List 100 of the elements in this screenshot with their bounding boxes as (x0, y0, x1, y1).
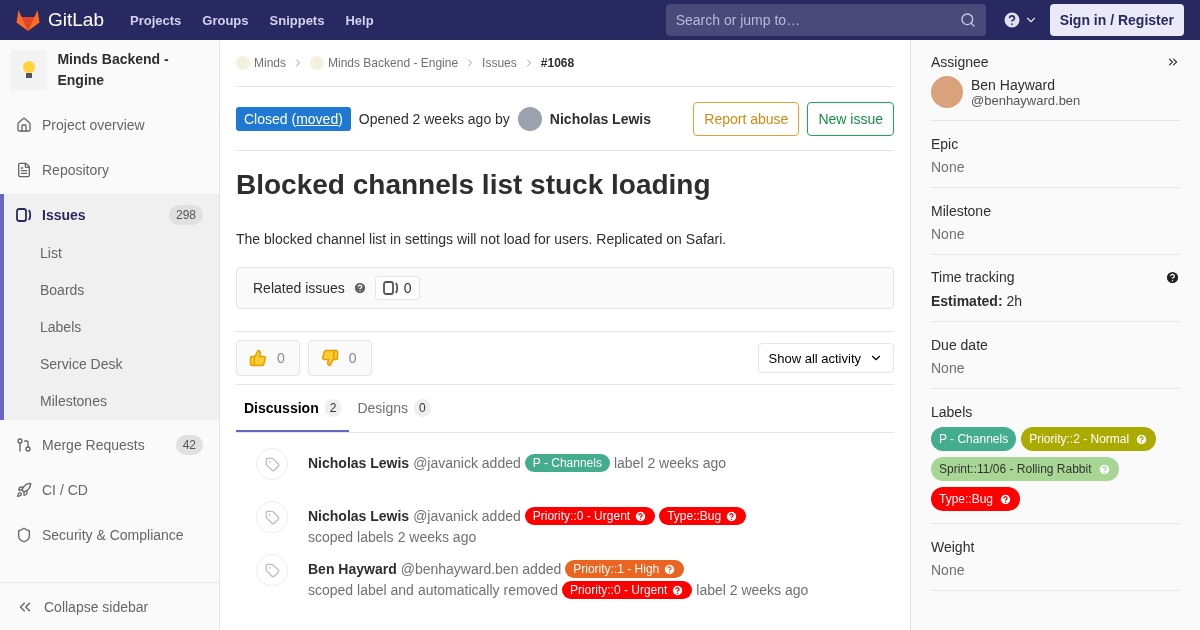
note-author[interactable]: Nicholas Lewis (308, 455, 410, 471)
nav-link[interactable]: Groups (202, 12, 249, 28)
issues-icon (382, 280, 399, 296)
search-field[interactable]: Search or jump to… (665, 4, 986, 36)
section-value: None (931, 159, 966, 175)
note-text: @javanick added (413, 455, 521, 471)
sidebar-item[interactable]: CI / CD (4, 469, 219, 510)
breadcrumb-link[interactable]: #1068 (540, 56, 575, 70)
document-icon (16, 161, 32, 178)
help-icon (999, 492, 1013, 506)
nav-link[interactable]: Projects (130, 12, 182, 28)
issue-description: The blocked channel list in settings will not load for users. Replicated on Safari. (236, 231, 728, 247)
sidebar-item[interactable]: Merge Requests 42 (4, 424, 219, 465)
section-heading: Milestone (931, 203, 991, 219)
issues-icon (16, 206, 32, 223)
tag-icon (256, 501, 288, 533)
label-tag[interactable]: Priority::0 - Urgent (561, 581, 693, 599)
merge-request-icon (16, 436, 32, 453)
related-count[interactable]: 0 (374, 276, 420, 300)
expand-icon[interactable] (1166, 55, 1180, 69)
help-icon (725, 509, 739, 523)
rocket-icon (16, 481, 32, 498)
sidebar-item[interactable]: Project overview (4, 104, 219, 145)
tab-count: 0 (414, 398, 431, 417)
moved-link[interactable]: moved (296, 110, 339, 127)
assignee-name[interactable]: Ben Hayward (971, 76, 1081, 93)
assignee-heading: Assignee (931, 54, 989, 70)
note-text: 2 weeks ago (397, 529, 477, 545)
help-dropdown[interactable] (1001, 10, 1038, 30)
note-author[interactable]: Nicholas Lewis (308, 508, 410, 524)
note-text: automatically removed (417, 582, 558, 598)
help-icon (671, 583, 685, 597)
label-tag[interactable]: Type::Bug (931, 487, 1021, 511)
help-icon (1097, 462, 1111, 476)
note-text: @benhayward.ben added (400, 561, 562, 577)
nav-link[interactable]: Snippets (269, 12, 325, 28)
tag-icon (256, 554, 288, 586)
section-value: None (931, 226, 966, 242)
status-badge: Closed (moved) (236, 106, 351, 131)
sidebar-subitem[interactable]: List (4, 235, 219, 272)
section-value: None (931, 562, 966, 578)
section-heading: Due date (931, 337, 988, 353)
brand-name[interactable]: GitLab (48, 9, 104, 31)
sign-in-button[interactable]: Sign in / Register (1049, 4, 1184, 36)
related-issues-heading: Related issues (253, 280, 345, 296)
nav-link[interactable]: Help (345, 12, 374, 28)
note-text: label 2 weeks ago (613, 455, 726, 471)
project-name: Minds Backend - Engine (57, 50, 170, 90)
breadcrumb-link[interactable]: Minds Backend - Engine (328, 56, 459, 70)
label-tag[interactable]: Type::Bug (659, 507, 747, 525)
sidebar-subitem[interactable]: Labels (4, 309, 219, 346)
sidebar-subitem[interactable]: Boards (4, 272, 219, 309)
note-text: label 2 weeks ago (696, 582, 809, 598)
help-icon (1135, 432, 1149, 446)
time-tracking-heading: Time tracking (931, 269, 1015, 285)
label-tag[interactable]: Priority::1 - High (565, 560, 685, 578)
section-heading: Weight (931, 539, 975, 555)
note-text: @javanick added (413, 508, 521, 524)
breadcrumb-link[interactable]: Minds (254, 56, 286, 70)
note-author[interactable]: Ben Hayward (308, 561, 397, 577)
activity-filter-dropdown[interactable]: Show all activity (757, 343, 894, 373)
help-icon (634, 509, 648, 523)
help-icon (1001, 10, 1022, 30)
avatar (517, 106, 542, 131)
fox-logo-icon (16, 9, 40, 31)
sidebar-item[interactable]: Issues 298 (4, 194, 219, 235)
thumbs-up-icon (249, 349, 267, 367)
new-issue-button[interactable]: New issue (807, 101, 894, 136)
project-avatar (10, 50, 48, 90)
tab[interactable]: Discussion 2 (236, 385, 350, 432)
sidebar-subitem[interactable]: Service Desk (4, 346, 219, 383)
issue-title: Blocked channels list stuck loading (236, 169, 712, 201)
section-value: None (931, 360, 966, 376)
label-tag[interactable]: Sprint::11/06 - Rolling Rabbit (931, 457, 1119, 481)
tab-count: 2 (324, 398, 342, 417)
tag-icon (256, 448, 288, 480)
search-icon (959, 12, 976, 28)
estimate-text: Estimated: 2h (931, 293, 1024, 309)
assignee-handle: @benhayward.ben (971, 92, 1081, 108)
avatar (931, 76, 963, 108)
report-abuse-button[interactable]: Report abuse (693, 101, 800, 136)
thumbs-down-button[interactable]: 0 (307, 340, 372, 376)
author-name[interactable]: Nicholas Lewis (549, 110, 651, 127)
item-count: 298 (168, 204, 203, 225)
tab[interactable]: Designs 0 (349, 385, 439, 432)
sidebar-item[interactable]: Security & Compliance (4, 514, 219, 555)
sidebar-subitem[interactable]: Milestones (4, 383, 219, 420)
note-text: scoped labels (308, 529, 394, 545)
section-heading: Epic (931, 136, 959, 152)
label-tag[interactable]: Priority::0 - Urgent (524, 507, 656, 525)
home-icon (16, 116, 32, 133)
shield-icon (16, 526, 32, 543)
sidebar-item[interactable]: Repository (4, 149, 219, 190)
opened-text: Opened 2 weeks ago by (358, 110, 510, 127)
help-icon[interactable] (1165, 269, 1180, 285)
item-count: 42 (175, 434, 203, 455)
section-heading: Labels (931, 404, 973, 420)
thumbs-down-icon (320, 349, 339, 367)
thumbs-up-button[interactable]: 0 (236, 340, 300, 376)
breadcrumb-link[interactable]: Issues (482, 56, 517, 70)
